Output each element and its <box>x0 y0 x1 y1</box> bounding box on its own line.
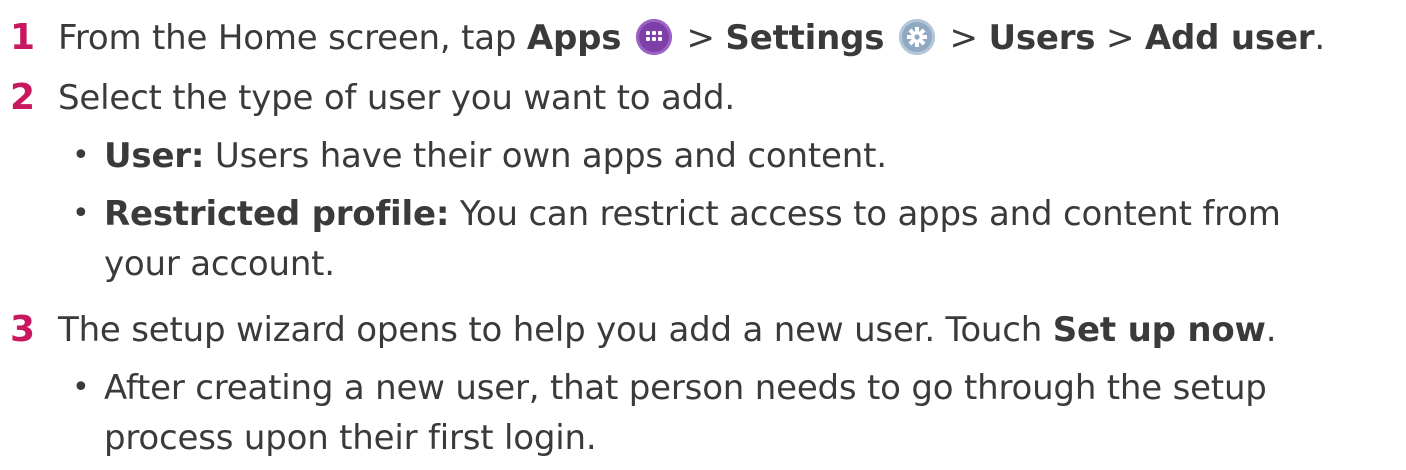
step-2-text: Select the type of user you want to add. <box>58 78 735 118</box>
bullet-user-text: Users have their own apps and content. <box>204 136 887 176</box>
bullet-marker: • <box>72 370 90 405</box>
step-3-intro: The setup wizard opens to help you add a… <box>58 310 1053 350</box>
bullet-marker: • <box>72 138 90 173</box>
bullet-marker: • <box>72 196 90 231</box>
bullet-user-label: User: <box>104 136 205 176</box>
step-number-3: 3 <box>10 309 36 350</box>
settings-label: Settings <box>725 18 885 58</box>
bullet-after-creating-cont: process upon their first login. <box>104 418 597 458</box>
step-1-text: From the Home screen, tap Apps > Setting… <box>58 18 1325 58</box>
apps-label: Apps <box>526 18 622 58</box>
set-up-now-label: Set up now <box>1052 310 1266 350</box>
bullet-restricted-cont: your account. <box>104 244 335 284</box>
separator-1: > <box>675 18 726 58</box>
users-label: Users <box>988 18 1096 58</box>
step-1-intro: From the Home screen, tap <box>58 18 527 58</box>
add-user-label: Add user <box>1144 18 1315 58</box>
bullet-user: User: Users have their own apps and cont… <box>104 136 887 176</box>
step-1-end: . <box>1314 18 1325 58</box>
step-number-1: 1 <box>10 17 36 58</box>
step-3-end: . <box>1265 310 1277 350</box>
settings-gear-icon <box>898 19 935 55</box>
separator-3: > <box>1095 18 1145 58</box>
bullet-after-creating: After creating a new user, that person n… <box>104 368 1267 408</box>
separator-2: > <box>938 18 989 58</box>
step-3-text: The setup wizard opens to help you add a… <box>58 310 1277 350</box>
step-number-2: 2 <box>10 77 36 118</box>
apps-icon <box>635 19 672 55</box>
bullet-restricted: Restricted profile: You can restrict acc… <box>104 194 1281 234</box>
bullet-restricted-text: You can restrict access to apps and cont… <box>449 194 1281 234</box>
bullet-restricted-label: Restricted profile: <box>104 194 450 234</box>
